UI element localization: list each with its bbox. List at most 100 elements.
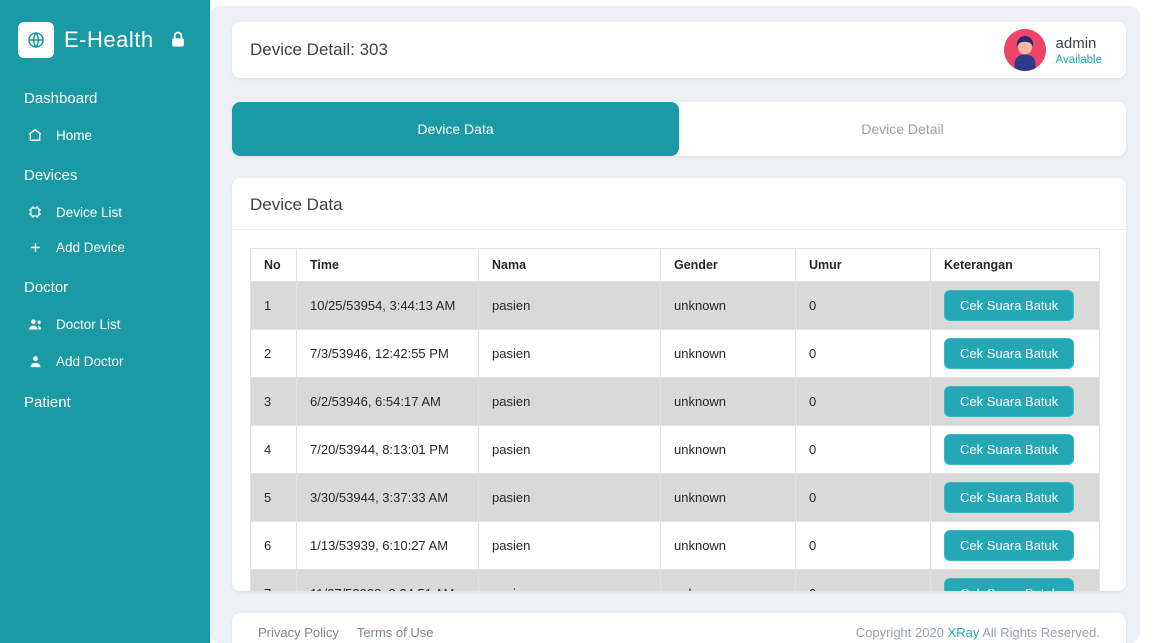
sidebar-item-label: Device List: [56, 205, 122, 220]
cell-keterangan: Cek Suara Batuk: [931, 474, 1100, 522]
sidebar-group-dashboard: Dashboard: [0, 76, 210, 117]
cell-nama: pasien: [479, 522, 661, 570]
cek-suara-batuk-button[interactable]: Cek Suara Batuk: [944, 290, 1074, 321]
cell-umur: 0: [796, 522, 931, 570]
cell-gender: unknown: [661, 474, 796, 522]
tab-device-data[interactable]: Device Data: [232, 102, 679, 156]
cell-keterangan: Cek Suara Batuk: [931, 570, 1100, 592]
cell-gender: unknown: [661, 330, 796, 378]
device-table: No Time Nama Gender Umur Keterangan 1 10…: [250, 248, 1100, 591]
table-row: 5 3/30/53944, 3:37:33 AM pasien unknown …: [251, 474, 1100, 522]
cell-nama: pasien: [479, 474, 661, 522]
sidebar-item-label: Add Doctor: [56, 354, 124, 369]
cek-suara-batuk-button[interactable]: Cek Suara Batuk: [944, 434, 1074, 465]
sidebar-item-label: Add Device: [56, 240, 125, 255]
sidebar-group-devices: Devices: [0, 153, 210, 194]
sidebar-group-doctor: Doctor: [0, 265, 210, 306]
table-row: 2 7/3/53946, 12:42:55 PM pasien unknown …: [251, 330, 1100, 378]
cell-nama: pasien: [479, 570, 661, 592]
cek-suara-batuk-button[interactable]: Cek Suara Batuk: [944, 386, 1074, 417]
avatar: [1004, 29, 1046, 71]
cell-no: 5: [251, 474, 297, 522]
tab-device-detail[interactable]: Device Detail: [679, 102, 1126, 156]
plus-icon: [26, 240, 44, 255]
cell-no: 4: [251, 426, 297, 474]
cell-gender: unknown: [661, 570, 796, 592]
panel-title: Device Data: [232, 178, 1126, 230]
sidebar: E-Health Dashboard Home Devices: [0, 0, 210, 643]
sidebar-item-label: Home: [56, 128, 92, 143]
main: Device Detail: 303 admin Available: [210, 0, 1158, 643]
cell-time: 1/13/53939, 6:10:27 AM: [297, 522, 479, 570]
sidebar-item-home[interactable]: Home: [0, 117, 210, 153]
cell-gender: unknown: [661, 282, 796, 330]
user-info: admin Available: [1056, 35, 1102, 66]
col-header-no: No: [251, 249, 297, 282]
sidebar-item-device-list[interactable]: Device List: [0, 194, 210, 230]
table-header-row: No Time Nama Gender Umur Keterangan: [251, 249, 1100, 282]
copyright-text: Copyright 2020 XRay All Rights Reserved.: [856, 625, 1100, 640]
doctors-icon: [26, 316, 44, 333]
chip-icon: [26, 204, 44, 220]
lock-icon: [168, 30, 188, 50]
cell-umur: 0: [796, 378, 931, 426]
col-header-gender: Gender: [661, 249, 796, 282]
cell-no: 3: [251, 378, 297, 426]
tab-bar: Device Data Device Detail: [232, 102, 1126, 156]
sidebar-item-add-doctor[interactable]: Add Doctor: [0, 343, 210, 380]
table-row: 7 11/27/53938, 3:24:51 AM pasien unknown…: [251, 570, 1100, 592]
user-status: Available: [1056, 54, 1102, 66]
col-header-keterangan: Keterangan: [931, 249, 1100, 282]
user-name: admin: [1056, 35, 1102, 52]
home-icon: [26, 127, 44, 143]
cell-no: 7: [251, 570, 297, 592]
sidebar-item-doctor-list[interactable]: Doctor List: [0, 306, 210, 343]
cell-time: 3/30/53944, 3:37:33 AM: [297, 474, 479, 522]
user-menu[interactable]: admin Available: [1004, 29, 1102, 71]
cell-umur: 0: [796, 330, 931, 378]
device-table-body: 1 10/25/53954, 3:44:13 AM pasien unknown…: [251, 282, 1100, 592]
col-header-time: Time: [297, 249, 479, 282]
copyright-suffix: All Rights Reserved.: [979, 625, 1100, 640]
cell-keterangan: Cek Suara Batuk: [931, 330, 1100, 378]
col-header-nama: Nama: [479, 249, 661, 282]
page-header: Device Detail: 303 admin Available: [232, 22, 1126, 78]
cell-keterangan: Cek Suara Batuk: [931, 378, 1100, 426]
cell-keterangan: Cek Suara Batuk: [931, 282, 1100, 330]
cell-nama: pasien: [479, 378, 661, 426]
table-row: 6 1/13/53939, 6:10:27 AM pasien unknown …: [251, 522, 1100, 570]
cell-gender: unknown: [661, 522, 796, 570]
cell-keterangan: Cek Suara Batuk: [931, 426, 1100, 474]
app-root: E-Health Dashboard Home Devices: [0, 0, 1158, 643]
cek-suara-batuk-button[interactable]: Cek Suara Batuk: [944, 338, 1074, 369]
cell-no: 6: [251, 522, 297, 570]
cek-suara-batuk-button[interactable]: Cek Suara Batuk: [944, 578, 1074, 591]
copyright-prefix: Copyright 2020: [856, 625, 948, 640]
col-header-umur: Umur: [796, 249, 931, 282]
footer: Privacy Policy Terms of Use Copyright 20…: [232, 613, 1126, 643]
cell-gender: unknown: [661, 426, 796, 474]
cek-suara-batuk-button[interactable]: Cek Suara Batuk: [944, 530, 1074, 561]
terms-of-use-link[interactable]: Terms of Use: [357, 625, 434, 640]
cell-nama: pasien: [479, 426, 661, 474]
footer-links: Privacy Policy Terms of Use: [258, 625, 434, 640]
sidebar-item-add-device[interactable]: Add Device: [0, 230, 210, 265]
cell-gender: unknown: [661, 378, 796, 426]
device-table-wrap: No Time Nama Gender Umur Keterangan 1 10…: [232, 230, 1126, 591]
cell-umur: 0: [796, 474, 931, 522]
cell-keterangan: Cek Suara Batuk: [931, 522, 1100, 570]
table-row: 1 10/25/53954, 3:44:13 AM pasien unknown…: [251, 282, 1100, 330]
cell-no: 1: [251, 282, 297, 330]
cell-nama: pasien: [479, 282, 661, 330]
copyright-brand: XRay: [948, 625, 980, 640]
cell-time: 10/25/53954, 3:44:13 AM: [297, 282, 479, 330]
sidebar-item-label: Doctor List: [56, 317, 121, 332]
person-icon: [26, 353, 44, 370]
cek-suara-batuk-button[interactable]: Cek Suara Batuk: [944, 482, 1074, 513]
cell-time: 11/27/53938, 3:24:51 AM: [297, 570, 479, 592]
cell-time: 7/3/53946, 12:42:55 PM: [297, 330, 479, 378]
table-row: 4 7/20/53944, 8:13:01 PM pasien unknown …: [251, 426, 1100, 474]
privacy-policy-link[interactable]: Privacy Policy: [258, 625, 339, 640]
sidebar-group-patient: Patient: [0, 380, 210, 421]
brand-name: E-Health: [64, 27, 154, 53]
